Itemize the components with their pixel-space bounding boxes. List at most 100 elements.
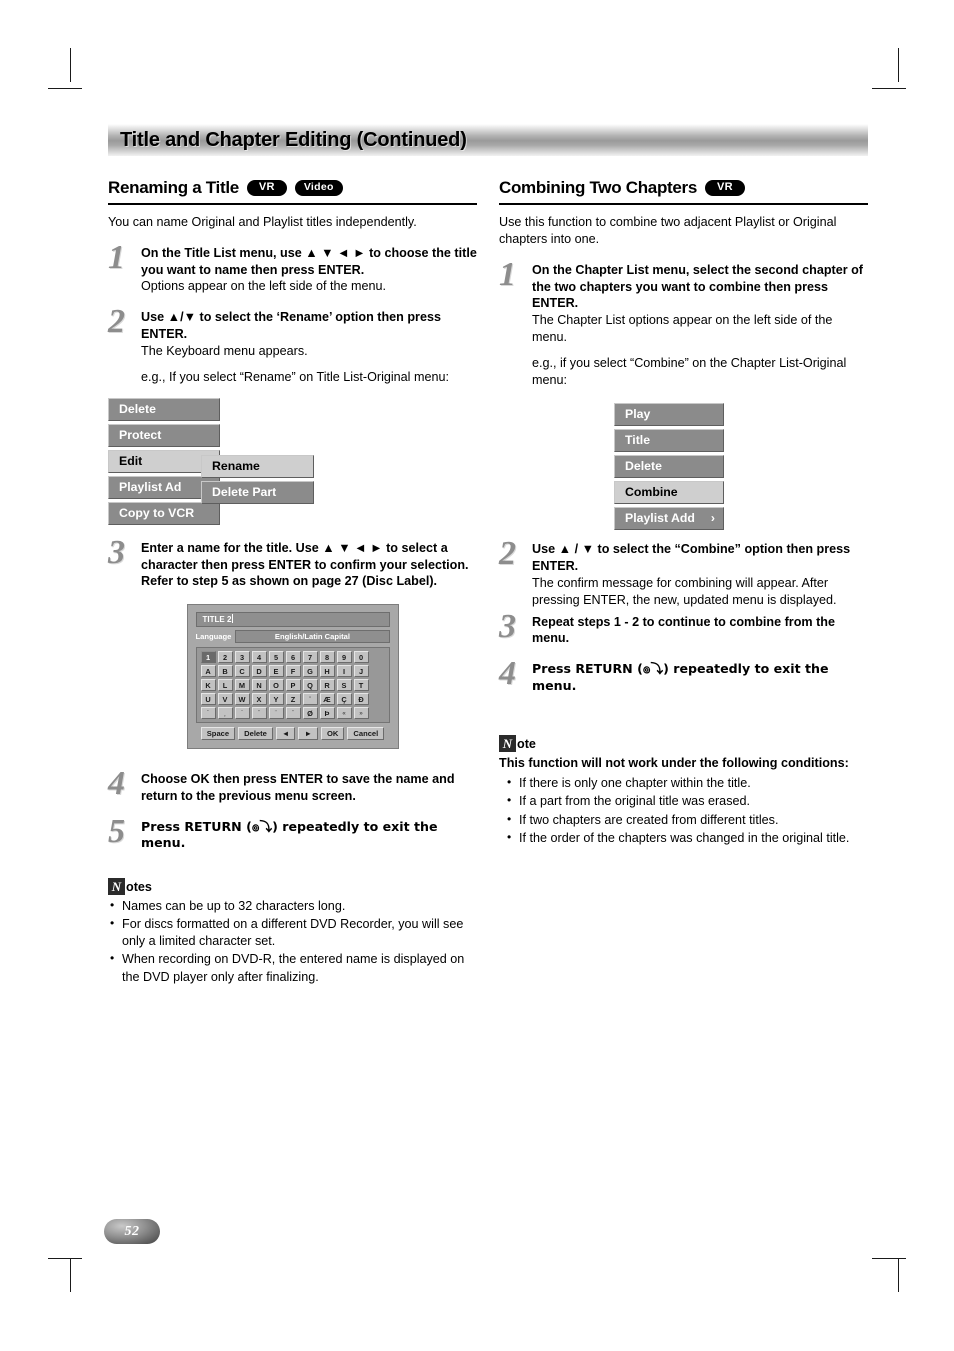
badge-video-left: Video <box>294 179 343 196</box>
key-oslash[interactable]: Ø <box>302 707 318 720</box>
keyboard-cancel-button[interactable]: Cancel <box>347 727 385 741</box>
right-step-3-lead: Repeat steps 1 - 2 to continue to combin… <box>532 614 835 646</box>
key-thorn[interactable]: Þ <box>319 707 335 720</box>
key-c[interactable]: C <box>234 665 250 678</box>
keyboard-left-arrow-icon[interactable]: ◄ <box>275 727 296 741</box>
left-step-3-number: 3 <box>108 533 125 571</box>
keyboard-title-field[interactable]: TITLE 2 <box>195 612 390 628</box>
osd-item-play-label: Play <box>625 407 651 422</box>
right-step-3: 3 Repeat steps 1 - 2 to continue to comb… <box>499 609 868 647</box>
keyboard-language-value[interactable]: English/Latin Capital <box>235 630 390 644</box>
left-step-5: 5 Press RETURN (๏⤵) repeatedly to exit t… <box>108 814 477 852</box>
keyboard-delete-button[interactable]: Delete <box>238 727 273 741</box>
right-step-3-number: 3 <box>499 607 516 645</box>
left-step-1-number: 1 <box>108 239 125 276</box>
key-u[interactable]: U <box>200 693 216 706</box>
key-cedilla[interactable]: ¸ <box>217 707 233 720</box>
key-m[interactable]: M <box>234 679 250 692</box>
key-y[interactable]: Y <box>268 693 284 706</box>
key-j[interactable]: J <box>353 665 369 678</box>
right-note-block: N ote This function will not work under … <box>499 734 868 847</box>
left-step-1-lead: On the Title List menu, use ▲ ▼ ◄ ► to c… <box>141 246 477 277</box>
key-p[interactable]: P <box>285 679 301 692</box>
key-r[interactable]: R <box>319 679 335 692</box>
key-circumflex[interactable]: ˉ <box>285 707 301 720</box>
key-9[interactable]: 9 <box>336 651 352 664</box>
right-heading-text: Combining Two Chapters <box>499 178 698 197</box>
key-1[interactable]: 1 <box>200 651 216 664</box>
key-8[interactable]: 8 <box>319 651 335 664</box>
right-note-heading: N ote <box>499 734 868 752</box>
key-acute[interactable]: ´ <box>200 707 216 720</box>
osd-submenu-item-delete-part[interactable]: Delete Part <box>201 480 314 504</box>
key-l[interactable]: L <box>217 679 233 692</box>
left-step-1-sub: Options appear on the left side of the m… <box>141 279 387 294</box>
osd-item-delete[interactable]: Delete <box>108 397 220 421</box>
key-v[interactable]: V <box>217 693 233 706</box>
osd-submenu-item-rename[interactable]: Rename <box>201 454 314 478</box>
left-step-5-lead: Press RETURN (๏⤵) repeatedly to exit the… <box>141 818 438 851</box>
key-k[interactable]: K <box>200 679 216 692</box>
key-ae[interactable]: Æ <box>319 693 335 706</box>
key-2[interactable]: 2 <box>217 651 233 664</box>
key-g[interactable]: G <box>302 665 318 678</box>
left-intro-text: You can name Original and Playlist title… <box>108 215 417 229</box>
right-note-word: ote <box>517 737 536 752</box>
keyboard-language-row: Language English/Latin Capital <box>196 630 390 644</box>
key-ccedilla[interactable]: Ç <box>336 693 352 706</box>
osd-item-combine[interactable]: Combine <box>614 481 724 505</box>
osd-item-play[interactable]: Play <box>614 403 724 427</box>
osd-item-copy-to-vcr[interactable]: Copy to VCR <box>108 501 220 525</box>
key-e[interactable]: E <box>268 665 284 678</box>
key-guillemet-left[interactable]: « <box>336 707 352 720</box>
osd-item-delete-chapter[interactable]: Delete <box>614 455 724 479</box>
key-b[interactable]: B <box>217 665 233 678</box>
key-7[interactable]: 7 <box>302 651 318 664</box>
key-guillemet-right[interactable]: » <box>353 707 369 720</box>
right-step-1-spacer <box>532 346 868 355</box>
key-0[interactable]: 0 <box>353 651 369 664</box>
key-4[interactable]: 4 <box>251 651 267 664</box>
key-n[interactable]: N <box>251 679 267 692</box>
left-step-2-example: e.g., If you select “Rename” on Title Li… <box>141 369 449 384</box>
keyboard-title-value: TITLE 2 <box>202 615 232 625</box>
key-s[interactable]: S <box>336 679 352 692</box>
osd-item-title[interactable]: Title <box>614 429 724 453</box>
key-eth[interactable]: Ð <box>353 693 369 706</box>
key-prime[interactable]: ʹ <box>302 693 318 706</box>
crop-mark-bottom-right-v <box>898 1258 899 1292</box>
osd-item-protect[interactable]: Protect <box>108 423 220 447</box>
keyboard-space-button[interactable]: Space <box>200 727 236 741</box>
key-w[interactable]: W <box>234 693 250 706</box>
key-d[interactable]: D <box>251 665 267 678</box>
key-h[interactable]: H <box>319 665 335 678</box>
key-macron[interactable]: ˉ <box>251 707 267 720</box>
key-t[interactable]: T <box>353 679 369 692</box>
left-step-2-sub: The Keyboard menu appears. <box>141 343 308 358</box>
key-a[interactable]: A <box>200 665 216 678</box>
right-note-list: If there is only one chapter within the … <box>499 774 868 847</box>
right-step-1: 1 On the Chapter List menu, select the s… <box>499 258 868 389</box>
key-5[interactable]: 5 <box>268 651 284 664</box>
key-f[interactable]: F <box>285 665 301 678</box>
key-3[interactable]: 3 <box>234 651 250 664</box>
key-i[interactable]: I <box>336 665 352 678</box>
left-step-4: 4 Choose OK then press ENTER to save the… <box>108 767 477 804</box>
key-o[interactable]: O <box>268 679 284 692</box>
chevron-right-icon: › <box>710 511 715 526</box>
key-z[interactable]: Z <box>285 693 301 706</box>
osd-item-playlist-add-chapter[interactable]: Playlist Add › <box>614 507 724 531</box>
keyboard-ok-button[interactable]: OK <box>320 727 345 741</box>
right-step-1-sub: The Chapter List options appear on the l… <box>532 313 833 345</box>
keyboard-right-arrow-icon[interactable]: ► <box>298 727 318 741</box>
right-note-lead: This function will not work under the fo… <box>499 755 849 770</box>
osd-item-title-label: Title <box>625 433 651 448</box>
key-6[interactable]: 6 <box>285 651 301 664</box>
left-step-4-lead: Choose OK then press ENTER to save the n… <box>141 772 455 803</box>
key-diaeresis[interactable]: ¨ <box>268 707 284 720</box>
key-grave[interactable]: ˋ <box>234 707 250 720</box>
crop-mark-top-right-v <box>898 48 899 82</box>
left-step-3: 3 Enter a name for the title. Use ▲ ▼ ◄ … <box>108 535 477 590</box>
key-q[interactable]: Q <box>302 679 318 692</box>
key-x[interactable]: X <box>251 693 267 706</box>
